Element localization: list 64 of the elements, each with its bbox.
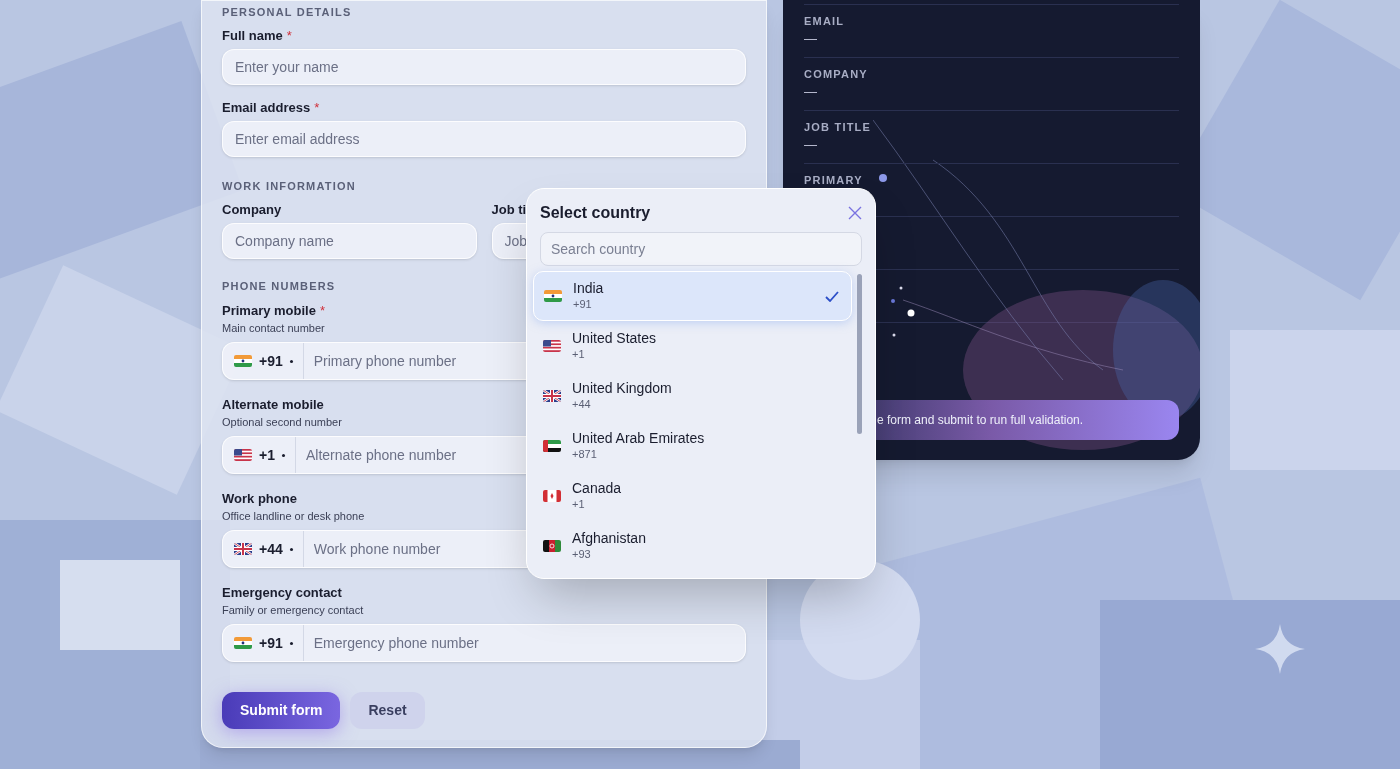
flag-icon (234, 449, 252, 461)
field-label: Job ti (491, 202, 527, 218)
flag-icon (234, 637, 252, 649)
flag-icon (543, 390, 561, 402)
country-code-button[interactable]: +1 (223, 437, 296, 473)
close-icon[interactable] (848, 206, 862, 220)
summary-value: — (804, 137, 817, 153)
country-code-button[interactable]: +44 (223, 531, 304, 567)
country-name: Canada (572, 479, 623, 498)
reset-button[interactable]: Reset (350, 692, 425, 729)
summary-label: JOB TITLE (804, 120, 872, 134)
check-icon (825, 290, 840, 302)
picker-title: Select country (540, 203, 651, 223)
section-heading: WORK INFORMATION (222, 179, 356, 193)
note-text: e form and submit to run full validation. (877, 412, 1084, 429)
required-asterisk: * (314, 100, 320, 116)
field-hint: Family or emergency contact (222, 603, 364, 617)
phone-field[interactable]: +91 Emergency phone number (222, 624, 746, 662)
flag-icon (234, 355, 252, 367)
field-label: Email address (222, 100, 311, 116)
section-heading: PHONE NUMBERS (222, 279, 336, 293)
summary-value: — (804, 84, 817, 100)
flag-icon (543, 490, 561, 502)
field-label: Full name (222, 28, 283, 44)
field-hint: Optional second number (222, 415, 342, 429)
country-name: Afghanistan (572, 529, 647, 548)
dial-code: +91 (573, 298, 593, 313)
country-option[interactable]: Canada +1 (533, 471, 853, 521)
dial-code: +93 (572, 548, 592, 563)
required-asterisk: * (319, 303, 325, 319)
text-input[interactable]: Enter email address (222, 121, 746, 157)
dial-code: +871 (572, 448, 598, 463)
flag-icon (543, 540, 561, 552)
country-code-button[interactable]: +91 (223, 343, 304, 379)
country-name: United Kingdom (572, 379, 673, 398)
field-hint: Office landline or desk phone (222, 509, 365, 523)
flag-icon (543, 340, 561, 352)
summary-label: PRIMARY (804, 173, 863, 187)
dial-code: +1 (572, 348, 586, 363)
required-asterisk: * (286, 28, 292, 44)
country-code-button[interactable]: +91 (223, 625, 304, 661)
submit-button[interactable]: Submit form (222, 692, 341, 729)
summary-label: COMPANY (804, 67, 868, 81)
field-label: Company (222, 202, 282, 218)
summary-label: EMAIL (804, 14, 845, 28)
country-option[interactable]: India +91 (533, 271, 853, 321)
country-name: India (573, 279, 605, 298)
dial-code: +44 (572, 398, 592, 413)
field-label: Alternate mobile (222, 397, 324, 413)
field-label: Emergency contact (222, 585, 342, 601)
text-input[interactable]: Company name (222, 223, 477, 259)
text-input[interactable]: Enter your name (222, 49, 746, 85)
summary-value: — (804, 31, 817, 47)
dial-code: +1 (572, 498, 586, 513)
flag-icon (234, 543, 252, 555)
search-field[interactable]: Search country (540, 232, 862, 266)
flag-icon (543, 440, 561, 452)
scrollbar-thumb[interactable] (857, 274, 862, 434)
flag-icon (544, 290, 562, 302)
field-label: Primary mobile (222, 303, 316, 319)
field-hint: Main contact number (222, 321, 325, 335)
section-heading: PERSONAL DETAILS (222, 5, 352, 19)
sparkle-icon (1255, 624, 1305, 674)
field-label: Work phone (222, 491, 297, 507)
